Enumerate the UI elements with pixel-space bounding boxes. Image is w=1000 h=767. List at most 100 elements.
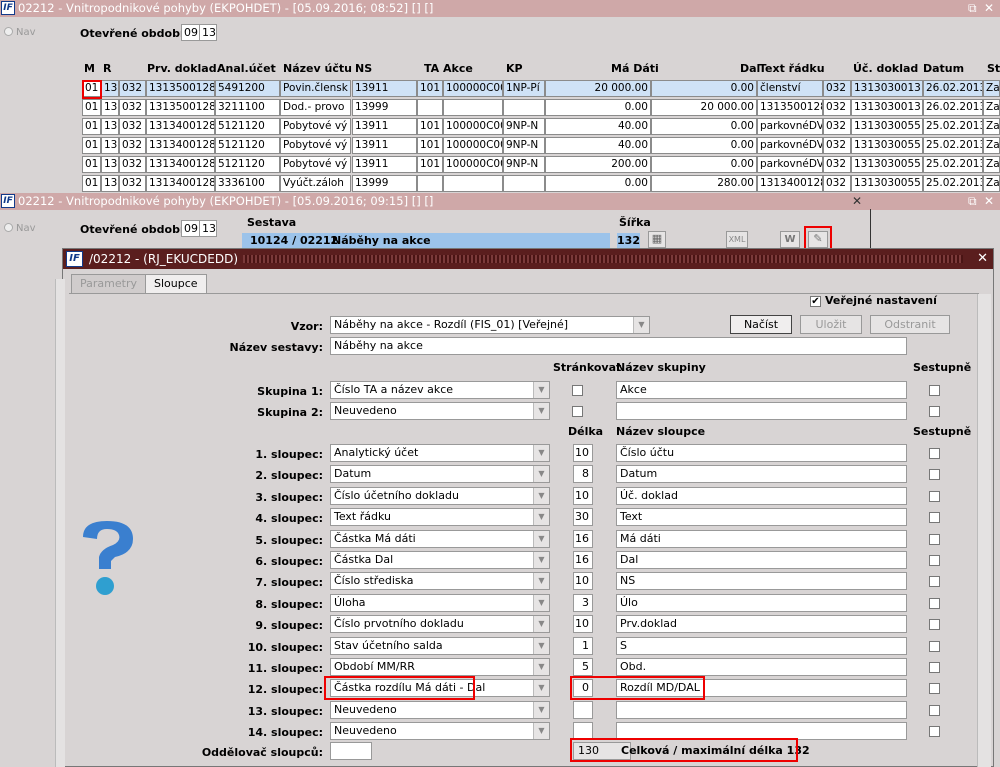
left-scrollbar[interactable] bbox=[55, 279, 65, 767]
table-cell[interactable]: Za bbox=[983, 80, 1000, 97]
sloupec-select[interactable]: Číslo účetního dokladu ▼ bbox=[330, 486, 550, 505]
table-cell[interactable]: Za bbox=[983, 137, 1000, 154]
table-cell[interactable]: 0.00 bbox=[545, 175, 651, 192]
sloupec-select[interactable]: Úloha ▼ bbox=[330, 593, 550, 612]
verejne-checkbox[interactable]: ✔ bbox=[810, 296, 821, 307]
table-cell[interactable]: 01 bbox=[82, 118, 101, 135]
table-cell[interactable]: Pobytové vý bbox=[280, 137, 351, 154]
table-cell[interactable]: parkovnéDV bbox=[757, 156, 823, 173]
nazev-sestavy-input[interactable]: Náběhy na akce bbox=[330, 337, 907, 355]
tab-parametry[interactable]: Parametry bbox=[71, 274, 146, 294]
table-cell[interactable]: 1313400128 bbox=[757, 175, 823, 192]
table-cell[interactable]: 101 bbox=[417, 118, 443, 135]
sloupec-name-input[interactable]: Číslo účtu bbox=[616, 444, 907, 462]
sloupec-select[interactable]: Období MM/RR ▼ bbox=[330, 658, 550, 676]
table-cell[interactable]: 032 bbox=[119, 118, 146, 135]
vzor-select[interactable]: Náběhy na akce - Rozdíl (FIS_01) [Veřejn… bbox=[330, 316, 650, 334]
table-cell[interactable]: 0.00 bbox=[651, 156, 757, 173]
sloupec-select[interactable]: Stav účetního salda ▼ bbox=[330, 636, 550, 655]
table-cell[interactable]: 13 bbox=[101, 80, 119, 97]
close-icon[interactable]: ✕ bbox=[984, 193, 994, 210]
sestupne-checkbox[interactable] bbox=[929, 662, 940, 673]
table-cell[interactable]: 3336100 bbox=[215, 175, 280, 192]
sestupne-checkbox[interactable] bbox=[929, 469, 940, 481]
table-cell[interactable]: Povin.člensk bbox=[280, 80, 351, 97]
table-cell[interactable]: 20 000.00 bbox=[651, 99, 757, 116]
close-icon[interactable]: ✕ bbox=[984, 0, 994, 17]
grid-header[interactable]: R bbox=[103, 62, 111, 75]
table-cell[interactable]: 1313400128 bbox=[146, 137, 215, 154]
table-cell[interactable]: 032 bbox=[119, 156, 146, 173]
sestupne-checkbox[interactable] bbox=[929, 512, 940, 524]
table-cell[interactable]: 1313030013 bbox=[851, 80, 923, 97]
table-cell[interactable]: 032 bbox=[119, 99, 146, 116]
table-cell[interactable]: 032 bbox=[119, 80, 146, 97]
table-cell[interactable]: 280.00 bbox=[651, 175, 757, 192]
skupina-name-input[interactable] bbox=[616, 402, 907, 420]
grid-header[interactable]: Dal bbox=[740, 62, 760, 75]
sestupne-checkbox[interactable] bbox=[929, 597, 940, 609]
table-cell[interactable]: 100000C00 bbox=[443, 156, 503, 173]
delka-input[interactable]: 1 bbox=[573, 636, 593, 655]
close-icon[interactable]: ✕ bbox=[977, 249, 988, 269]
delka-input[interactable]: 8 bbox=[573, 465, 593, 484]
delka-input[interactable]: 16 bbox=[573, 551, 593, 569]
sloupec-select[interactable]: Částka Má dáti ▼ bbox=[330, 529, 550, 548]
table-cell[interactable]: 100000C00 bbox=[443, 80, 503, 97]
ulozit-button[interactable]: Uložit bbox=[800, 315, 862, 334]
obdobi-year[interactable]: 13 bbox=[199, 220, 217, 237]
sloupec-select[interactable]: Číslo prvotního dokladu ▼ bbox=[330, 615, 550, 634]
table-cell[interactable]: 032 bbox=[823, 156, 851, 173]
table-cell[interactable]: 1313030055 bbox=[851, 156, 923, 173]
tab-sloupce[interactable]: Sloupce bbox=[145, 274, 207, 294]
table-cell[interactable]: 5121120 bbox=[215, 137, 280, 154]
table-cell[interactable]: 200.00 bbox=[545, 156, 651, 173]
table-cell[interactable]: 032 bbox=[823, 99, 851, 116]
table-cell[interactable]: 1313500128 bbox=[146, 99, 215, 116]
table-cell[interactable]: 3211100 bbox=[215, 99, 280, 116]
sloupec-name-input[interactable]: Prv.doklad bbox=[616, 615, 907, 634]
table-cell[interactable]: 032 bbox=[823, 137, 851, 154]
sestupne-checkbox[interactable] bbox=[929, 533, 940, 545]
sloupec-name-input[interactable]: Obd. bbox=[616, 658, 907, 676]
nacist-button[interactable]: Načíst bbox=[730, 315, 792, 334]
table-cell[interactable]: 9NP-N bbox=[503, 118, 545, 135]
table-cell[interactable] bbox=[503, 99, 545, 116]
table-cell[interactable]: 0.00 bbox=[651, 137, 757, 154]
table-cell[interactable]: Dod.- provo bbox=[280, 99, 351, 116]
table-cell[interactable]: 032 bbox=[119, 137, 146, 154]
skupina-select[interactable]: Číslo TA a název akce ▼ bbox=[330, 381, 550, 399]
table-cell[interactable]: 1313030055 bbox=[851, 137, 923, 154]
table-cell[interactable]: 1313030013 bbox=[851, 99, 923, 116]
restore-icon[interactable]: ⧉ bbox=[968, 193, 977, 210]
table-cell[interactable] bbox=[417, 175, 443, 192]
table-cell[interactable]: 13999 bbox=[352, 175, 417, 192]
table-cell[interactable]: 01 bbox=[82, 137, 101, 154]
table-cell[interactable]: 25.02.2013 bbox=[923, 175, 983, 192]
sloupec-select[interactable]: Analytický účet ▼ bbox=[330, 444, 550, 462]
table-cell[interactable]: 13 bbox=[101, 118, 119, 135]
delka-input[interactable]: 10 bbox=[573, 615, 593, 634]
table-cell[interactable]: 032 bbox=[823, 118, 851, 135]
table-cell[interactable]: Vyúčt.záloh bbox=[280, 175, 351, 192]
xml-export-icon[interactable]: XML bbox=[726, 231, 748, 248]
table-cell[interactable]: 9NP-N bbox=[503, 137, 545, 154]
sloupec-name-input[interactable]: Úlo bbox=[616, 593, 907, 612]
preview-icon[interactable]: ▦ bbox=[648, 231, 666, 248]
odstranit-button[interactable]: Odstranit bbox=[870, 315, 950, 334]
obdobi-year[interactable]: 13 bbox=[199, 24, 217, 41]
table-cell[interactable]: 032 bbox=[823, 80, 851, 97]
nav-radio[interactable]: Nav bbox=[4, 27, 36, 38]
grid-header[interactable]: Datum bbox=[923, 62, 964, 75]
delka-input[interactable] bbox=[573, 700, 593, 719]
sloupec-name-input[interactable]: Má dáti bbox=[616, 529, 907, 548]
table-cell[interactable] bbox=[443, 99, 503, 116]
strankovat-checkbox[interactable] bbox=[572, 406, 583, 417]
sloupec-name-input[interactable]: Dal bbox=[616, 551, 907, 569]
grid-header[interactable]: Má Dáti bbox=[611, 62, 659, 75]
table-cell[interactable]: 1313400128 bbox=[146, 118, 215, 135]
grid-header[interactable]: KP bbox=[506, 62, 523, 75]
table-cell[interactable]: 1313400128 bbox=[146, 175, 215, 192]
grid-header[interactable]: TA Akce bbox=[424, 62, 473, 75]
table-cell[interactable]: parkovnéDV bbox=[757, 118, 823, 135]
